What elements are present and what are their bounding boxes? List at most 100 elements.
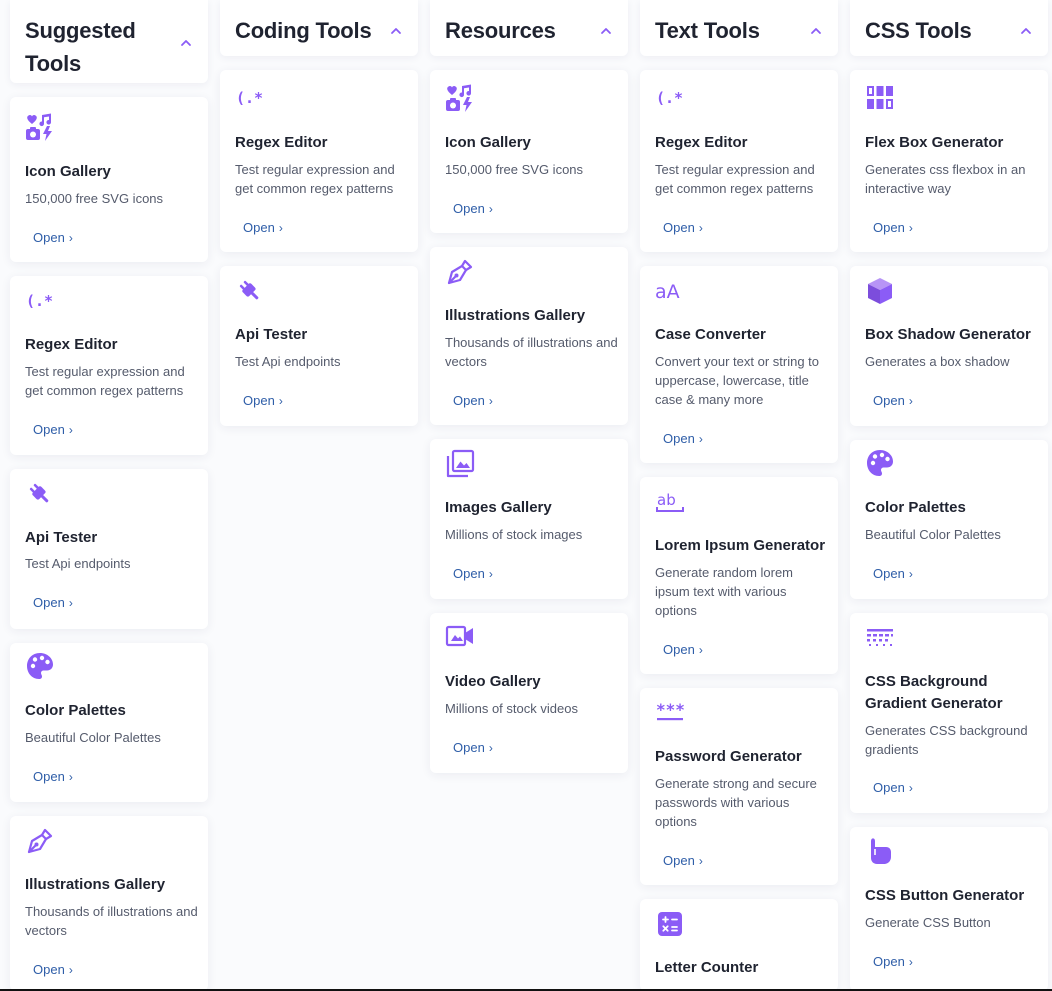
chevron-right-icon: › [488,567,493,581]
password-icon: *** [656,700,685,721]
chevron-right-icon: › [698,221,703,235]
open-link[interactable]: Open › [873,566,913,582]
open-label: Open [873,566,905,581]
video-icon [445,625,473,647]
card-title: Lorem Ipsum Generator [655,537,826,554]
svg-text:(.*): (.*) [236,89,265,107]
card-description: Beautiful Color Palettes [25,730,161,745]
cube-icon [868,278,892,304]
card-title: Images Gallery [445,499,552,516]
open-link[interactable]: Open › [243,220,283,236]
svg-text:***: *** [656,700,685,719]
card-description: 150,000 free SVG icons [25,191,164,206]
chevron-right-icon: › [68,770,73,784]
tool-card[interactable]: Images Gallery Millions of stock images … [430,439,628,599]
tool-card[interactable]: *** Password Generator Generate strong a… [640,688,838,885]
open-link[interactable]: Open › [663,853,703,869]
plug-icon [239,280,259,300]
ab-text-icon: ab [656,491,684,512]
chevron-right-icon: › [488,202,493,216]
open-link[interactable]: Open › [663,642,703,658]
chevron-right-icon: › [698,854,703,868]
column-title: Resources [445,18,556,43]
open-link[interactable]: Open › [33,595,73,611]
tool-card[interactable]: CSS Button Generator Generate CSS Button… [850,827,1048,991]
tool-card[interactable]: Letter Counter [640,899,838,991]
open-link[interactable]: Open › [243,393,283,409]
card-title: CSS Background Gradient Generator [865,673,1003,712]
open-link[interactable]: Open › [873,220,913,236]
card-description: Test regular expression and get common r… [25,364,185,398]
tool-card[interactable]: Video Gallery Millions of stock videos O… [430,613,628,773]
tool-card[interactable]: Illustrations Gallery Thousands of illus… [10,816,208,991]
tool-card[interactable]: Api Tester Test Api endpoints Open › [10,469,208,629]
card-description: 150,000 free SVG icons [445,162,584,177]
open-label: Open [33,769,65,784]
tool-card[interactable]: (.*) Regex Editor Test regular expressio… [10,276,208,455]
open-link[interactable]: Open › [873,393,913,409]
card-description: Convert your text or string to uppercase… [655,354,820,407]
open-link[interactable]: Open › [453,201,493,217]
open-link[interactable]: Open › [33,769,73,785]
tools-board: Suggested Tools Icon Gallery 150,000 fre… [0,0,1052,991]
column-header: Suggested Tools [10,0,208,83]
chevron-up-icon[interactable] [809,24,823,38]
card-title: Color Palettes [865,499,966,516]
column-title: Coding Tools [235,18,372,43]
open-label: Open [873,393,905,408]
chevron-up-icon[interactable] [389,24,403,38]
tool-card[interactable]: Icon Gallery 150,000 free SVG icons Open… [10,97,208,262]
tool-card[interactable]: Color Palettes Beautiful Color Palettes … [850,440,1048,599]
tool-card[interactable]: Flex Box Generator Generates css flexbox… [850,70,1048,252]
tool-card[interactable]: (.*) Regex Editor Test regular expressio… [220,70,418,252]
card-description: Thousands of illustrations and vectors [25,904,198,938]
card-title: Flex Box Generator [865,134,1004,151]
tool-card[interactable]: Box Shadow Generator Generates a box sha… [850,266,1048,426]
svg-text:ab: ab [657,491,676,509]
card-title: Password Generator [655,748,802,765]
chevron-up-icon[interactable] [179,36,193,50]
open-link[interactable]: Open › [33,962,73,978]
open-label: Open [33,422,65,437]
column-title: CSS Tools [865,18,972,43]
card-title: Box Shadow Generator [865,326,1031,343]
open-label: Open [873,954,905,969]
card-title: Video Gallery [445,673,541,690]
chevron-right-icon: › [908,781,913,795]
chevron-right-icon: › [698,643,703,657]
open-link[interactable]: Open › [453,566,493,582]
tool-card[interactable]: CSS Background Gradient Generator Genera… [850,613,1048,813]
card-description: Generate CSS Button [865,915,991,930]
open-label: Open [33,230,65,245]
pen-nib-icon [447,259,473,285]
card-description: Beautiful Color Palettes [865,527,1001,542]
card-title: Icon Gallery [25,163,111,180]
chevron-up-icon[interactable] [1019,24,1033,38]
open-link[interactable]: Open › [453,740,493,756]
image-gallery-icon [446,449,475,478]
tool-card[interactable]: Illustrations Gallery Thousands of illus… [430,247,628,425]
tool-card[interactable]: aA Case Converter Convert your text or s… [640,266,838,463]
tool-card[interactable]: ab Lorem Ipsum Generator Generate random… [640,477,838,674]
chevron-up-icon[interactable] [599,24,613,38]
tool-card[interactable]: (.*) Regex Editor Test regular expressio… [640,70,838,252]
card-title: Color Palettes [25,702,126,719]
open-link[interactable]: Open › [663,220,703,236]
open-link[interactable]: Open › [663,431,703,447]
card-title: Api Tester [235,326,308,343]
card-title: Icon Gallery [445,134,531,151]
open-link[interactable]: Open › [33,230,73,246]
calculator-icon [658,912,682,936]
icon-gallery-icon [446,84,472,112]
chevron-right-icon: › [68,231,73,245]
open-link[interactable]: Open › [873,780,913,796]
tool-card[interactable]: Icon Gallery 150,000 free SVG icons Open… [430,70,628,233]
open-link[interactable]: Open › [873,954,913,970]
chevron-right-icon: › [278,221,283,235]
open-link[interactable]: Open › [453,393,493,409]
chevron-right-icon: › [488,394,493,408]
open-link[interactable]: Open › [33,422,73,438]
palette-icon [27,653,53,679]
tool-card[interactable]: Api Tester Test Api endpoints Open › [220,266,418,426]
tool-card[interactable]: Color Palettes Beautiful Color Palettes … [10,643,208,802]
